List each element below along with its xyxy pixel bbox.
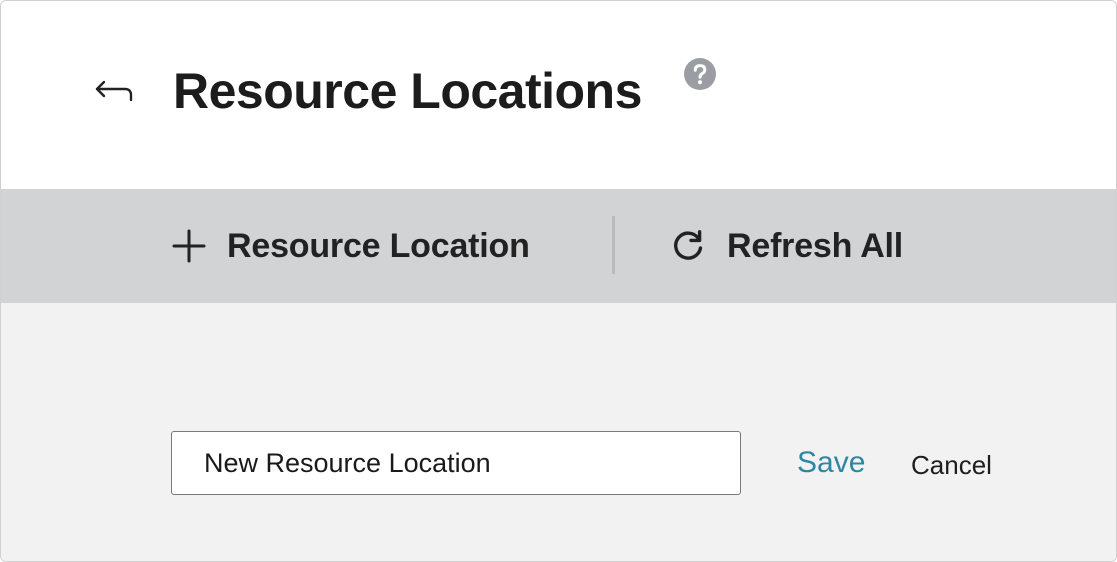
resource-locations-window: Resource Locations Resource Location Ref… <box>0 0 1117 562</box>
page-title: Resource Locations <box>173 63 642 119</box>
add-resource-location-label: Resource Location <box>227 226 530 265</box>
refresh-icon <box>674 230 703 260</box>
page-header: Resource Locations <box>1 1 1116 189</box>
back-arrow-icon <box>95 80 133 102</box>
resource-location-name-input[interactable] <box>171 431 741 495</box>
content-area: Save Cancel <box>1 303 1116 561</box>
help-button[interactable] <box>683 57 717 91</box>
refresh-all-button[interactable]: Refresh All <box>671 189 903 303</box>
save-button[interactable]: Save <box>797 443 865 483</box>
toolbar: Resource Location Refresh All <box>1 189 1116 303</box>
add-resource-location-button[interactable]: Resource Location <box>171 189 530 303</box>
back-button[interactable] <box>91 69 135 113</box>
toolbar-divider <box>612 216 615 274</box>
cancel-button[interactable]: Cancel <box>911 446 992 484</box>
plus-icon <box>172 229 206 263</box>
help-icon <box>684 58 716 90</box>
refresh-all-label: Refresh All <box>727 226 904 265</box>
